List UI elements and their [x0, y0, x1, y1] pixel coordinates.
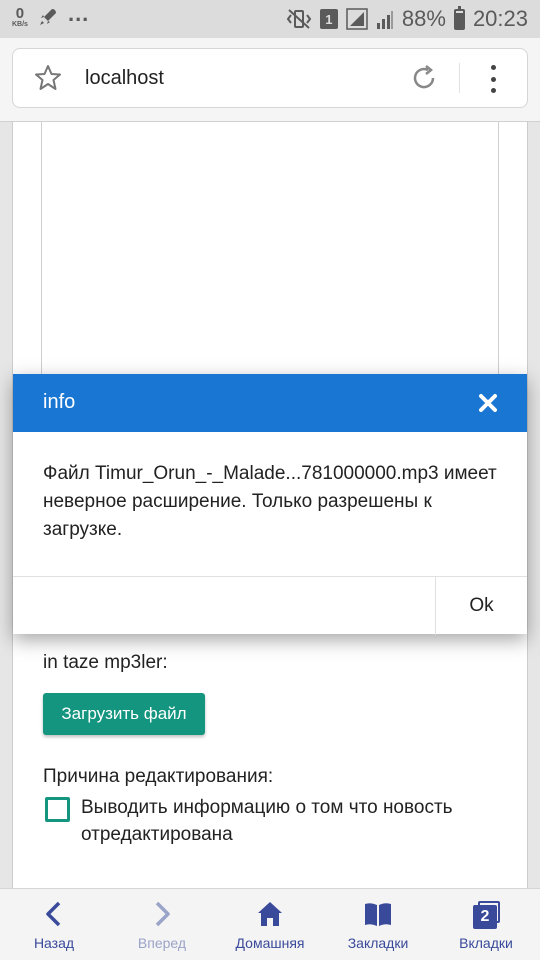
nav-back[interactable]: Назад — [0, 889, 108, 960]
edit-reason-label: Причина редактирования: — [43, 766, 274, 787]
bookmarks-icon — [365, 903, 391, 926]
info-dialog: info Файл Timur_Orun_-_Malade...78100000… — [13, 374, 527, 635]
bottom-navigation: Назад Вперед Домашняя Закладки 2 Вкладки — [0, 888, 540, 960]
battery-fill — [455, 12, 463, 28]
chevron-left-icon — [46, 901, 61, 927]
overflow-menu-icon[interactable] — [483, 65, 503, 93]
status-right: 1 88% 20:23 — [286, 4, 528, 34]
network-speed: 0 KB/s — [12, 6, 28, 28]
address-bar[interactable]: localhost — [12, 48, 528, 108]
dialog-title: info — [43, 391, 76, 413]
bookmark-star-icon[interactable] — [33, 63, 63, 93]
url-text[interactable]: localhost — [85, 67, 164, 90]
battery-percent: 88% — [401, 6, 446, 31]
close-icon[interactable] — [475, 390, 501, 416]
nav-bookmarks-label: Закладки — [347, 935, 409, 951]
rocket-icon — [39, 9, 56, 25]
status-left: 0 KB/s ... — [12, 1, 89, 28]
upload-field-label: in taze mp3ler: — [43, 652, 168, 673]
sim-indicator: 1 — [319, 9, 338, 29]
nav-forward-label: Вперед — [137, 935, 187, 951]
dialog-message: Файл Timur_Orun_-_Malade...781000000.mp3… — [43, 463, 497, 540]
nav-back-label: Назад — [33, 935, 75, 951]
battery-icon — [453, 5, 465, 30]
chevron-right-icon — [155, 901, 170, 927]
home-icon — [258, 902, 282, 926]
network-speed-unit: KB/s — [12, 21, 28, 28]
nav-tabs-label: Вкладки — [459, 935, 513, 951]
reload-icon[interactable] — [409, 63, 439, 93]
upload-file-button[interactable]: Загрузить файл — [43, 693, 205, 735]
browser-toolbar: localhost — [0, 38, 540, 122]
network-speed-value: 0 — [15, 5, 25, 22]
nav-tabs[interactable]: 2 Вкладки — [432, 889, 540, 960]
tabs-count-badge: 2 — [473, 905, 497, 929]
signal-icon — [346, 8, 368, 30]
dialog-footer: Ok — [13, 576, 527, 635]
edited-notice-label[interactable]: Выводить информацию о том что новость от… — [81, 794, 501, 848]
nav-home-label: Домашняя — [235, 935, 305, 951]
tabs-icon: 2 — [471, 899, 501, 929]
toolbar-divider — [459, 63, 460, 93]
status-bar: 0 KB/s ... 1 88% 20:23 — [0, 0, 540, 38]
nav-forward[interactable]: Вперед — [108, 889, 216, 960]
nav-home[interactable]: Домашняя — [216, 889, 324, 960]
nav-bookmarks[interactable]: Закладки — [324, 889, 432, 960]
edited-notice-checkbox[interactable] — [45, 797, 70, 822]
signal-bars-icon — [376, 11, 393, 29]
ok-button[interactable]: Ok — [436, 577, 527, 635]
vibrate-mute-icon — [286, 9, 312, 29]
clock: 20:23 — [472, 6, 528, 31]
dialog-header: info — [13, 374, 527, 432]
status-overflow: ... — [67, 1, 90, 26]
